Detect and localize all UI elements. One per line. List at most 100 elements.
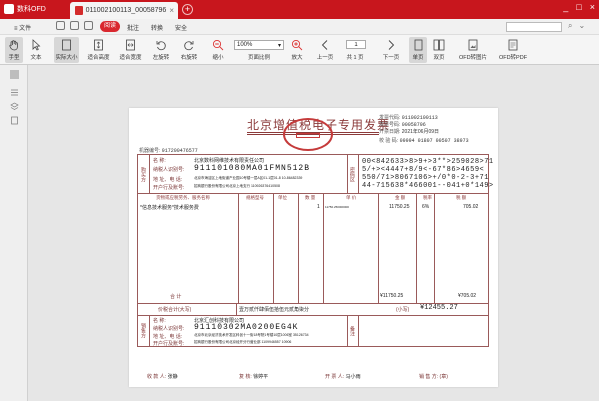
menu-bar: ≡ 文件 阅读 批注 转换 安全 ⌕ ⌄ [0, 19, 599, 35]
reviewer-row: 复 核: 徐婷平 [239, 373, 268, 380]
search-tools: ⌕ ⌄ [568, 21, 585, 31]
col-rule-3 [298, 193, 299, 303]
zoom-level-select[interactable]: 100% ▾ [234, 40, 284, 50]
actual-size-button[interactable]: 实际大小 [54, 37, 79, 63]
print-icon[interactable] [84, 21, 93, 30]
ofd-to-image-label: OFD转图片 [458, 55, 488, 61]
seller-tax-id: 91110302MA0200EG4K [194, 323, 299, 332]
fit-width-button[interactable]: 适合宽度 [118, 37, 143, 63]
outline-icon[interactable] [10, 84, 19, 96]
cipher-line-1: 00<842633>8>9+>3**>259028>71 [362, 158, 494, 166]
previous-page-button[interactable]: 上一页 [314, 37, 336, 63]
menu-annotate[interactable]: 批注 [127, 23, 139, 32]
col-rule-6 [416, 193, 417, 303]
buyer-bottom-rule [138, 193, 488, 194]
chevron-left-icon [319, 38, 332, 51]
dropdown-arrow-icon: ▾ [277, 42, 281, 49]
chevron-down-icon[interactable]: ⌄ [578, 21, 585, 31]
title-bar: 数科OFD 011002100113_00058796 × + _ □ × [0, 0, 599, 19]
invoice-page: 北京增值税电子专用发票 发票代码: 011002100113 发票号码: 000… [129, 108, 498, 387]
invoice-number-row: 发票号码: 00058796 [379, 122, 426, 128]
maximize-button[interactable]: □ [576, 2, 581, 12]
thumbnail-icon[interactable] [10, 70, 19, 79]
page-count-text: 共 1 页 [346, 55, 364, 61]
menu-convert[interactable]: 转换 [151, 23, 163, 32]
payee-label: 收 款 人: [147, 374, 167, 380]
invoice-code-value: 011002100113 [401, 115, 438, 121]
left-sidebar [0, 65, 28, 401]
fit-height-icon [92, 38, 105, 51]
open-icon[interactable] [56, 21, 65, 30]
app-logo-icon [4, 4, 14, 14]
col-price: 单 价 [346, 195, 357, 200]
fit-height-button[interactable]: 适合高度 [86, 37, 111, 63]
hand-tool-button[interactable]: 手型 [5, 37, 23, 63]
actual-size-label: 实际大小 [55, 55, 78, 61]
check-code-row: 校 验 码: 09994 01807 00507 38973 [379, 138, 469, 144]
layers-icon[interactable] [10, 98, 19, 110]
ofd-to-pdf-button[interactable]: OFD转PDF [496, 37, 530, 63]
document-tab[interactable]: 011002100113_00058796 × [70, 2, 178, 19]
close-button[interactable]: × [590, 2, 595, 12]
seller-address-label: 地 址、电 话: [153, 334, 183, 340]
app-name: 数科OFD [17, 6, 46, 13]
cipher-line-4: 44-715638*466001--041+0*149> [362, 182, 494, 190]
attachment-icon[interactable] [10, 112, 19, 125]
cipher-line-3: 550/71>8067106>+/0*0-2-3+71 [362, 174, 489, 182]
check-code-label: 校 验 码: [379, 138, 399, 144]
menu-read[interactable]: 阅读 [100, 21, 120, 32]
rotate-left-button[interactable]: 左旋转 [150, 37, 172, 63]
save-icon[interactable] [70, 21, 79, 30]
seller-top-rule [138, 315, 488, 316]
chevron-right-icon [385, 38, 398, 51]
image-export-icon [467, 38, 480, 51]
actual-size-icon [60, 38, 73, 51]
previous-page-label: 上一页 [316, 55, 334, 61]
next-page-label: 下一页 [382, 55, 400, 61]
search-input[interactable] [506, 22, 562, 32]
text-tool-button[interactable]: 文本 [27, 37, 45, 63]
tax-seal-band [296, 133, 320, 138]
menu-security[interactable]: 安全 [175, 23, 187, 32]
new-tab-button[interactable]: + [182, 4, 193, 15]
grand-small-value: ¥12455.27 [420, 304, 458, 312]
grand-total-label: 价税合计(大写) [158, 307, 192, 313]
buyer-address-label: 地 址、电 话: [153, 177, 183, 183]
invoice-code-row: 发票代码: 011002100113 [379, 115, 438, 121]
invoice-date-label: 开票日期: [379, 129, 401, 135]
toolbar: 手型 文本 实际大小 适合高度 适合宽度 左旋转 右旋转 缩小 100% ▾ 页… [0, 35, 599, 65]
page-number-input[interactable] [346, 40, 366, 49]
remark-section-label: 备注 [347, 315, 359, 346]
next-page-button[interactable]: 下一页 [380, 37, 402, 63]
buyer-name-value: 北京数科网维技术有限责任公司 [194, 158, 265, 164]
single-page-label: 单页 [412, 55, 424, 61]
invoice-date-row: 开票日期: 2021年06月09日 [379, 129, 439, 135]
payee-value: 张静 [167, 374, 178, 380]
quick-access-icons [56, 21, 93, 30]
zoom-in-icon [291, 38, 304, 51]
zoom-in-button[interactable]: 放大 [287, 37, 307, 63]
double-page-button[interactable]: 双页 [430, 37, 448, 63]
reviewer-value: 徐婷平 [253, 374, 269, 380]
seller-section-label: 销售方 [138, 315, 150, 346]
search-icon[interactable]: ⌕ [568, 21, 572, 31]
single-page-button[interactable]: 单页 [409, 37, 427, 63]
ofd-to-pdf-label: OFD转PDF [498, 55, 528, 61]
invoice-date-value: 2021年06月09日 [401, 129, 440, 135]
ofd-reader-window: 数科OFD 011002100113_00058796 × + _ □ × ≡ … [0, 0, 599, 401]
grand-small-label: (小写) [396, 307, 410, 313]
col-qty: 数 量 [305, 195, 316, 200]
document-viewer[interactable]: 北京增值税电子专用发票 发票代码: 011002100113 发票号码: 000… [29, 65, 599, 401]
menu-file[interactable]: ≡ 文件 [14, 23, 31, 32]
ofd-to-image-button[interactable]: OFD转图片 [455, 37, 491, 63]
rotate-right-icon [183, 38, 196, 51]
col-goods: 货物或应税劳务、服务名称 [156, 195, 210, 200]
tab-close-icon[interactable]: × [169, 6, 174, 15]
seller-stamp-row: 销 售 方: (章) [419, 373, 448, 380]
fit-width-icon [124, 38, 137, 51]
minimize-button[interactable]: _ [563, 2, 568, 12]
rotate-right-button[interactable]: 右旋转 [178, 37, 200, 63]
seller-bank-label: 开户行及账号: [153, 341, 185, 347]
zoom-out-button[interactable]: 缩小 [208, 37, 228, 63]
page-ratio-text: 页面比例 [247, 55, 270, 61]
